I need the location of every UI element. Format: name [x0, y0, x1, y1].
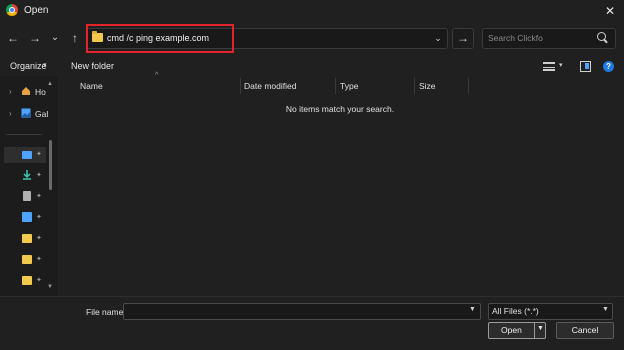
pin-icon: ✦ [36, 151, 42, 158]
scroll-down-arrow[interactable]: ▼ [47, 284, 53, 290]
expand-chevron-icon[interactable]: › [9, 87, 12, 96]
organize-button[interactable]: Organize [10, 61, 47, 71]
go-button[interactable]: → [452, 28, 474, 49]
recent-locations-button[interactable]: ⌄ [47, 30, 63, 46]
close-window-button[interactable]: ✕ [600, 2, 620, 20]
downloads-icon[interactable] [22, 170, 32, 180]
pin-icon: ✦ [36, 256, 42, 263]
divider [534, 322, 535, 339]
help-icon[interactable]: ? [603, 61, 614, 72]
divider [6, 134, 42, 135]
search-icon[interactable] [597, 32, 606, 41]
scrollbar-thumb[interactable] [49, 140, 52, 190]
column-divider[interactable] [414, 78, 415, 94]
pin-icon: ✦ [36, 277, 42, 284]
address-dropdown-button[interactable]: ⌄ [430, 30, 446, 46]
file-name-input[interactable] [123, 303, 481, 320]
chevron-down-icon[interactable]: ▼ [602, 306, 609, 313]
address-highlight-box [86, 24, 234, 53]
chevron-down-icon[interactable]: ▼ [469, 306, 476, 313]
sidebar-item-home[interactable]: Ho [35, 87, 46, 97]
pin-icon: ✦ [36, 235, 42, 242]
empty-results-message: No items match your search. [285, 104, 395, 114]
column-divider[interactable] [240, 78, 241, 94]
title-bar [0, 0, 624, 22]
column-header-type[interactable]: Type [340, 81, 358, 91]
chrome-icon [6, 4, 18, 16]
column-divider[interactable] [468, 78, 469, 94]
expand-chevron-icon[interactable]: › [9, 109, 12, 118]
pin-icon: ✦ [36, 172, 42, 179]
folder-icon[interactable] [22, 255, 32, 264]
column-header-date-modified[interactable]: Date modified [244, 81, 296, 91]
divider [0, 296, 624, 297]
preview-pane-icon[interactable] [580, 61, 591, 72]
view-options-icon[interactable] [543, 62, 555, 71]
search-placeholder: Search Clickfo [488, 33, 543, 43]
column-header-size[interactable]: Size [419, 81, 436, 91]
forward-button[interactable]: → [27, 30, 43, 46]
column-divider[interactable] [335, 78, 336, 94]
sidebar-item-gallery[interactable]: Gal [35, 109, 48, 119]
chevron-down-icon: ▾ [43, 62, 47, 69]
open-button-label[interactable]: Open [501, 325, 522, 335]
file-name-label: File name: [86, 307, 126, 317]
chevron-down-icon[interactable]: ▾ [559, 61, 563, 69]
sort-caret-icon: ^ [155, 72, 159, 79]
home-icon [21, 86, 31, 96]
new-folder-button[interactable]: New folder [71, 61, 114, 71]
cancel-button[interactable]: Cancel [556, 322, 614, 339]
pin-icon: ✦ [36, 193, 42, 200]
open-options-chevron-icon[interactable]: ▼ [537, 325, 544, 332]
folder-icon[interactable] [22, 234, 32, 243]
pictures-icon[interactable] [22, 212, 32, 222]
pin-icon: ✦ [36, 214, 42, 221]
window-title: Open [24, 5, 49, 16]
desktop-icon [22, 151, 32, 159]
column-header-name[interactable]: Name [80, 81, 103, 91]
folder-icon[interactable] [22, 276, 32, 285]
up-button[interactable]: ↑ [67, 30, 83, 46]
back-button[interactable]: ← [5, 30, 21, 46]
documents-icon[interactable] [23, 191, 31, 201]
gallery-icon [21, 108, 31, 118]
scroll-up-arrow[interactable]: ▲ [47, 81, 53, 87]
file-type-value: All Files (*.*) [492, 306, 539, 316]
